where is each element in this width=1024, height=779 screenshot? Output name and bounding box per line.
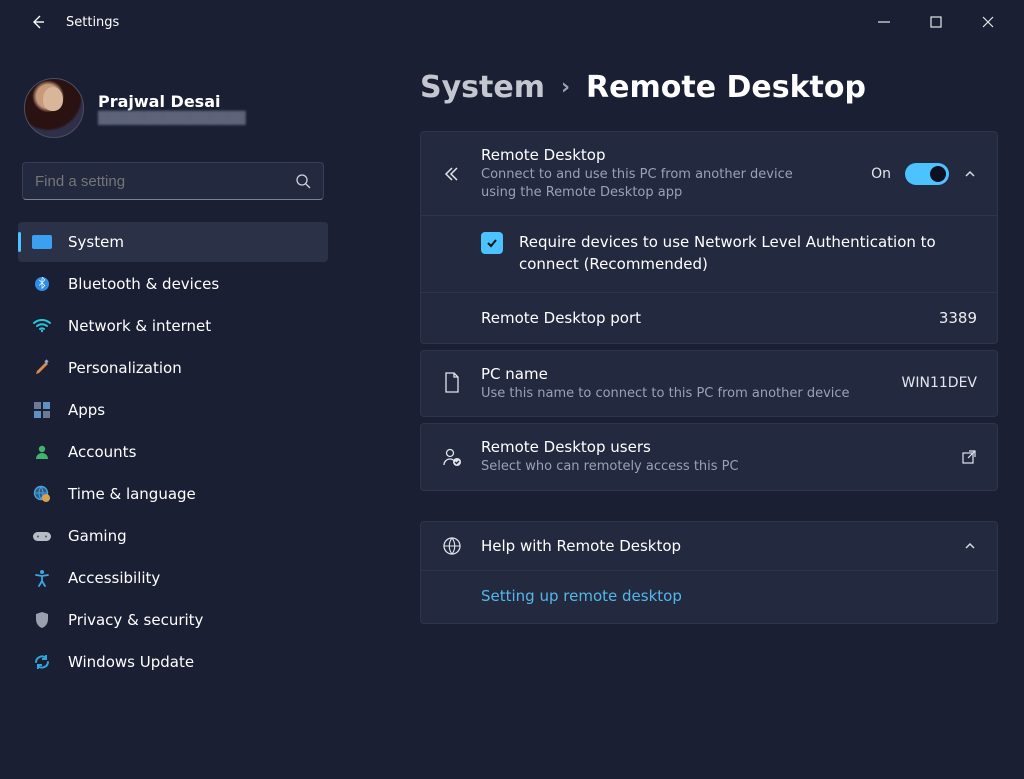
update-icon <box>32 652 52 672</box>
back-button[interactable] <box>24 8 52 36</box>
nla-label: Require devices to use Network Level Aut… <box>519 232 977 276</box>
user-profile[interactable]: Prajwal Desai ████████████████ <box>24 78 322 138</box>
paintbrush-icon <box>32 358 52 378</box>
rd-users-title: Remote Desktop users <box>481 438 943 456</box>
page-title: Remote Desktop <box>586 70 866 105</box>
nav-label: Bluetooth & devices <box>68 275 219 293</box>
nav-label: Time & language <box>68 485 196 503</box>
nav-label: Accounts <box>68 443 136 461</box>
titlebar: Settings <box>0 0 1024 44</box>
port-label: Remote Desktop port <box>481 309 641 327</box>
pc-name-value: WIN11DEV <box>902 375 977 391</box>
rd-users-row[interactable]: Remote Desktop users Select who can remo… <box>421 424 997 490</box>
close-button[interactable] <box>974 8 1002 36</box>
chevron-up-icon[interactable] <box>963 167 977 181</box>
maximize-button[interactable] <box>922 8 950 36</box>
window-title: Settings <box>66 15 119 30</box>
user-check-icon <box>441 447 463 467</box>
nav-label: Accessibility <box>68 569 160 587</box>
help-row[interactable]: Help with Remote Desktop <box>421 522 997 571</box>
shield-icon <box>32 610 52 630</box>
nav-item-gaming[interactable]: Gaming <box>18 516 328 556</box>
user-email: ████████████████ <box>98 111 246 125</box>
avatar <box>24 78 84 138</box>
rd-users-card[interactable]: Remote Desktop users Select who can remo… <box>420 423 998 491</box>
search-box[interactable] <box>22 162 324 200</box>
display-icon <box>32 232 52 252</box>
nav-item-network[interactable]: Network & internet <box>18 306 328 346</box>
nla-checkbox[interactable] <box>481 232 503 254</box>
nav-item-personalization[interactable]: Personalization <box>18 348 328 388</box>
remote-desktop-row[interactable]: Remote Desktop Connect to and use this P… <box>421 132 997 216</box>
document-icon <box>441 372 463 394</box>
help-card: Help with Remote Desktop Setting up remo… <box>420 521 998 624</box>
nav-label: Gaming <box>68 527 127 545</box>
search-input[interactable] <box>35 173 295 190</box>
pc-name-title: PC name <box>481 365 884 383</box>
nav-label: Personalization <box>68 359 182 377</box>
sidebar: Prajwal Desai ████████████████ System Bl… <box>0 44 340 779</box>
chevron-right-icon: › <box>561 75 570 100</box>
globe-clock-icon <box>32 484 52 504</box>
port-value: 3389 <box>939 309 977 327</box>
breadcrumb-parent[interactable]: System <box>420 70 545 105</box>
nav-label: Network & internet <box>68 317 211 335</box>
nav-item-privacy[interactable]: Privacy & security <box>18 600 328 640</box>
nav-list: System Bluetooth & devices Network & int… <box>18 222 328 682</box>
apps-icon <box>32 400 52 420</box>
main-content: System › Remote Desktop Remote Desktop C… <box>340 44 1024 779</box>
nav-item-bluetooth[interactable]: Bluetooth & devices <box>18 264 328 304</box>
remote-desktop-sub: Connect to and use this PC from another … <box>481 166 801 201</box>
nav-item-system[interactable]: System <box>18 222 328 262</box>
nav-item-accounts[interactable]: Accounts <box>18 432 328 472</box>
pc-name-sub: Use this name to connect to this PC from… <box>481 385 884 403</box>
wifi-icon <box>32 316 52 336</box>
remote-desktop-toggle[interactable] <box>905 163 949 185</box>
help-link[interactable]: Setting up remote desktop <box>481 587 682 605</box>
help-title: Help with Remote Desktop <box>481 537 945 555</box>
port-row: Remote Desktop port 3389 <box>421 293 997 343</box>
search-icon <box>295 173 311 189</box>
pc-name-row: PC name Use this name to connect to this… <box>421 351 997 417</box>
window-controls <box>870 8 1012 36</box>
bluetooth-icon <box>32 274 52 294</box>
pc-name-card: PC name Use this name to connect to this… <box>420 350 998 418</box>
nav-item-accessibility[interactable]: Accessibility <box>18 558 328 598</box>
person-icon <box>32 442 52 462</box>
nav-label: Privacy & security <box>68 611 203 629</box>
open-external-icon <box>961 449 977 465</box>
nla-row[interactable]: Require devices to use Network Level Aut… <box>421 216 997 293</box>
chevron-up-icon[interactable] <box>963 539 977 553</box>
nav-item-update[interactable]: Windows Update <box>18 642 328 682</box>
remote-desktop-card: Remote Desktop Connect to and use this P… <box>420 131 998 344</box>
user-name: Prajwal Desai <box>98 92 246 111</box>
nav-item-time[interactable]: Time & language <box>18 474 328 514</box>
nav-item-apps[interactable]: Apps <box>18 390 328 430</box>
help-link-row: Setting up remote desktop <box>421 571 997 623</box>
globe-help-icon <box>441 536 463 556</box>
nav-label: Apps <box>68 401 105 419</box>
nav-label: Windows Update <box>68 653 194 671</box>
nav-label: System <box>68 233 124 251</box>
accessibility-icon <box>32 568 52 588</box>
remote-desktop-icon <box>441 164 463 184</box>
remote-desktop-title: Remote Desktop <box>481 146 853 164</box>
gamepad-icon <box>32 526 52 546</box>
rd-users-sub: Select who can remotely access this PC <box>481 458 943 476</box>
breadcrumb: System › Remote Desktop <box>420 70 998 105</box>
toggle-state-label: On <box>871 166 891 182</box>
minimize-button[interactable] <box>870 8 898 36</box>
